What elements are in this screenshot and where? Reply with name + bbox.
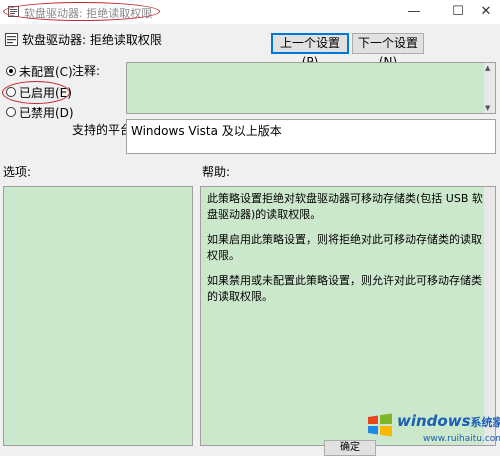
close-button[interactable]: ✕: [472, 0, 500, 24]
setting-title: 软盘驱动器: 拒绝读取权限: [22, 33, 162, 47]
options-panel: [3, 186, 193, 446]
next-setting-button[interactable]: 下一个设置(N): [352, 33, 424, 69]
enabled-highlight-circle: [2, 81, 70, 104]
help-label: 帮助:: [202, 165, 231, 179]
watermark-url: www.ruihaitu.com: [423, 434, 500, 444]
watermark-brand-cn: 系统家园: [470, 416, 500, 429]
platform-value: Windows Vista 及以上版本: [131, 124, 282, 138]
comment-label: 注释:: [72, 64, 101, 78]
scroll-up-icon[interactable]: ▲: [485, 64, 490, 72]
radio-label: 未配置(C): [19, 64, 73, 79]
title-bar: 软盘驱动器: 拒绝读取权限 — ☐ ✕: [0, 0, 500, 24]
radio-not-configured[interactable]: 未配置(C): [6, 63, 73, 79]
watermark-brand: windows系统家园: [397, 412, 500, 430]
minimize-button[interactable]: —: [392, 0, 436, 24]
help-paragraph: 如果禁用或未配置此策略设置，则允许对此可移动存储类的读取权限。: [207, 274, 482, 303]
comment-textarea[interactable]: ▲ ▼: [126, 62, 496, 114]
watermark-brand-en: windows: [397, 412, 471, 430]
help-paragraph: 此策略设置拒绝对软盘驱动器可移动存储类(包括 USB 软盘驱动器)的读取权限。: [207, 192, 483, 221]
radio-disabled[interactable]: 已禁用(D): [6, 104, 74, 120]
radio-button[interactable]: [6, 66, 16, 76]
previous-setting-button[interactable]: 上一个设置(P): [271, 33, 349, 69]
help-scrollbar[interactable]: [484, 187, 495, 445]
help-panel: 此策略设置拒绝对软盘驱动器可移动存储类(包括 USB 软盘驱动器)的读取权限。 …: [200, 186, 496, 446]
windows-logo-icon: [368, 413, 392, 437]
watermark: windows系统家园 www.ruihaitu.com: [365, 408, 500, 448]
radio-button[interactable]: [6, 107, 16, 117]
setting-icon: [5, 33, 18, 46]
options-label: 选项:: [3, 165, 32, 179]
platform-field: Windows Vista 及以上版本: [126, 119, 496, 154]
scroll-down-icon[interactable]: ▼: [485, 104, 490, 112]
title-highlight-circle: [3, 2, 160, 21]
help-paragraph: 如果启用此策略设置，则将拒绝对此可移动存储类的读取权限。: [207, 233, 482, 262]
comment-scrollbar[interactable]: ▲ ▼: [484, 63, 495, 113]
radio-label: 已禁用(D): [19, 105, 74, 120]
